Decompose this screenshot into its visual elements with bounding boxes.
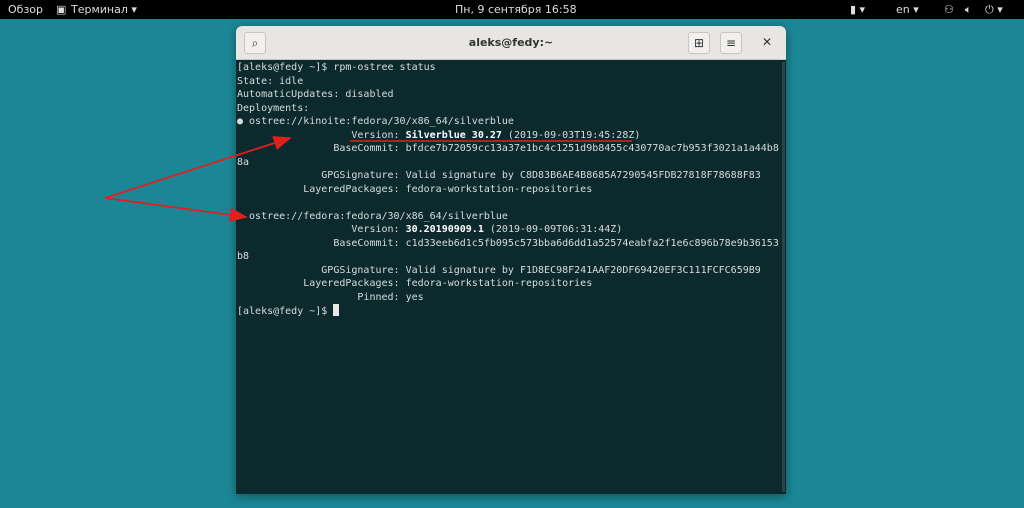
annotation-arrow-1 [104,136,292,199]
annotation-layer [104,136,632,222]
annotation-arrow-2 [104,197,248,222]
